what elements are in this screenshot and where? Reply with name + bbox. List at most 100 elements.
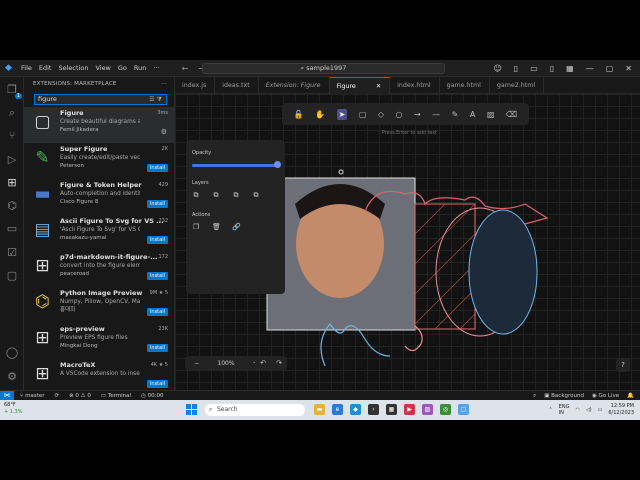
- clear-filter-icon[interactable]: ☰: [149, 96, 156, 103]
- hand-icon[interactable]: ✋: [315, 110, 325, 119]
- link-icon[interactable]: 🔗: [232, 223, 241, 231]
- remote-icon[interactable]: ⋈: [0, 390, 14, 401]
- command-center[interactable]: ⌕ sample1997: [202, 63, 445, 74]
- toggle-panel-icon[interactable]: ▭: [530, 64, 538, 73]
- settings-gear-icon[interactable]: ⚙: [5, 370, 19, 384]
- menu-file[interactable]: File: [21, 64, 32, 72]
- sync-icon[interactable]: ⟳: [54, 393, 59, 399]
- blue-ellipse[interactable]: [468, 209, 538, 335]
- close-icon[interactable]: ✕: [625, 64, 632, 73]
- maximize-icon[interactable]: ▢: [606, 64, 614, 73]
- tab-game2-html[interactable]: game2.html: [490, 77, 545, 94]
- rectangle-tool-icon[interactable]: ▢: [359, 110, 367, 119]
- media-app-icon[interactable]: ▶: [404, 404, 415, 415]
- text-tool-icon[interactable]: A: [470, 110, 475, 119]
- manage-gear-icon[interactable]: ⚙: [161, 128, 167, 136]
- filter-icon[interactable]: ⧩: [157, 96, 164, 103]
- run-debug-icon[interactable]: ▷: [5, 153, 19, 167]
- extension-search-input[interactable]: figure ☰⧩: [34, 94, 167, 105]
- volume-icon[interactable]: ◁): [586, 407, 592, 413]
- clock[interactable]: 12:59 PM 6/12/2023: [608, 403, 634, 417]
- menu-edit[interactable]: Edit: [39, 64, 52, 72]
- timer-status[interactable]: ◷ 00:00: [141, 393, 163, 399]
- delete-icon[interactable]: 🗑: [212, 223, 221, 231]
- testing-icon[interactable]: ☑: [5, 246, 19, 260]
- accounts-icon[interactable]: ◯: [5, 346, 19, 360]
- extension-item[interactable]: ⊞ p7d-markdown-it-figure-... convert int…: [24, 251, 174, 287]
- branch-status[interactable]: ⑂ master: [20, 393, 44, 399]
- ellipse-tool-icon[interactable]: ○: [396, 110, 403, 119]
- toggle-secondary-icon[interactable]: ▯: [550, 64, 554, 73]
- tab-index-html[interactable]: index.html: [390, 77, 440, 94]
- menu-more[interactable]: ···: [153, 64, 159, 72]
- toggle-sidebar-icon[interactable]: ▯: [514, 64, 518, 73]
- install-button[interactable]: Install: [146, 308, 168, 316]
- undo-icon[interactable]: ↶: [260, 359, 266, 367]
- windows-start-icon[interactable]: [186, 404, 197, 415]
- extension-item[interactable]: ⊞ eps-preview Preview EPS figure files M…: [24, 323, 174, 359]
- background-status[interactable]: ▣ Background: [544, 393, 584, 399]
- close-tab-icon[interactable]: ✕: [376, 83, 381, 90]
- more-actions-icon[interactable]: ···: [161, 81, 167, 87]
- install-button[interactable]: Install: [146, 164, 168, 172]
- diamond-tool-icon[interactable]: ◇: [378, 110, 384, 119]
- opacity-slider[interactable]: [192, 164, 278, 167]
- pointer-tool-icon[interactable]: ➤: [336, 108, 348, 120]
- install-button[interactable]: Install: [146, 380, 168, 388]
- terminal-status[interactable]: ▭ Terminal: [101, 393, 131, 399]
- install-button[interactable]: Install: [146, 344, 168, 352]
- extensions-icon[interactable]: ⊞: [5, 176, 19, 190]
- extension-item[interactable]: ▤ Ascii Figure To Svg for VS ... 'Ascii …: [24, 215, 174, 251]
- tab-game-html[interactable]: game.html: [440, 77, 490, 94]
- extension-item[interactable]: ⌬ Python Image Preview Numpy, Pillow, Op…: [24, 287, 174, 323]
- figure-icon[interactable]: ▢: [5, 269, 19, 283]
- menu-go[interactable]: Go: [118, 64, 127, 72]
- menu-run[interactable]: Run: [134, 64, 146, 72]
- extension-item[interactable]: ⊞ MacroTeX A VSCode extension to insert …: [24, 359, 174, 390]
- rotate-handle[interactable]: [338, 169, 344, 175]
- chrome-icon[interactable]: ◎: [440, 404, 451, 415]
- extension-item[interactable]: ✎ Super Figure Easily create/edit/paste …: [24, 143, 174, 179]
- menu-selection[interactable]: Selection: [58, 64, 88, 72]
- bring-forward-icon[interactable]: ⧉: [232, 191, 240, 200]
- app-icon[interactable]: ▦: [386, 404, 397, 415]
- customize-layout-icon[interactable]: ▦: [566, 64, 574, 73]
- tray-chevron-icon[interactable]: ⌃: [548, 407, 552, 413]
- minimize-icon[interactable]: —: [586, 64, 594, 73]
- eraser-tool-icon[interactable]: ⌫: [506, 110, 517, 119]
- tab-ideas-txt[interactable]: ideas.txt: [215, 77, 259, 94]
- go-live-status[interactable]: ◉ Go Live: [592, 393, 619, 399]
- file-explorer-icon[interactable]: ▬: [314, 404, 325, 415]
- vscode-icon[interactable]: ◆: [350, 404, 361, 415]
- duplicate-icon[interactable]: ❐: [192, 223, 200, 231]
- problems-status[interactable]: ⊗ 0 ⚠ 0: [69, 393, 91, 399]
- pencil-tool-icon[interactable]: ✎: [452, 110, 459, 119]
- extension-item[interactable]: ▬ Figure & Token Helper Auto-completion …: [24, 179, 174, 215]
- line-tool-icon[interactable]: —: [432, 110, 440, 119]
- send-backward-icon[interactable]: ⧉: [212, 191, 220, 200]
- help-icon[interactable]: ?: [616, 358, 630, 372]
- wifi-icon[interactable]: ◠: [575, 407, 579, 413]
- opacity-slider-handle[interactable]: [274, 161, 281, 168]
- send-to-back-icon[interactable]: ⧉: [192, 191, 200, 200]
- notifications-icon[interactable]: 🔔: [627, 393, 634, 399]
- source-control-icon[interactable]: ⑂: [5, 129, 19, 143]
- install-button[interactable]: Install: [146, 236, 168, 244]
- search-icon[interactable]: ⌕: [5, 106, 19, 120]
- install-button[interactable]: Install: [146, 272, 168, 280]
- redo-icon[interactable]: ↷: [276, 359, 282, 367]
- extension-item[interactable]: ▢ Figure Create beautiful diagrams and s…: [24, 107, 174, 143]
- terminal-app-icon[interactable]: ›: [368, 404, 379, 415]
- bring-to-front-icon[interactable]: ⧉: [252, 191, 260, 200]
- image-tool-icon[interactable]: ▨: [487, 110, 495, 119]
- remote-explorer-icon[interactable]: ▭: [5, 222, 19, 236]
- install-button[interactable]: Install: [146, 200, 168, 208]
- menu-view[interactable]: View: [95, 64, 110, 72]
- tab-extension-figure[interactable]: Extension: Figure: [259, 77, 330, 94]
- python-icon[interactable]: ⌬: [5, 199, 19, 213]
- copilot-icon[interactable]: ☺: [493, 64, 501, 73]
- back-arrow-icon[interactable]: ←: [182, 64, 189, 73]
- zoom-level[interactable]: 100%: [217, 360, 234, 367]
- edge-icon[interactable]: e: [332, 404, 343, 415]
- explorer-icon[interactable]: ❐ 1: [5, 83, 22, 99]
